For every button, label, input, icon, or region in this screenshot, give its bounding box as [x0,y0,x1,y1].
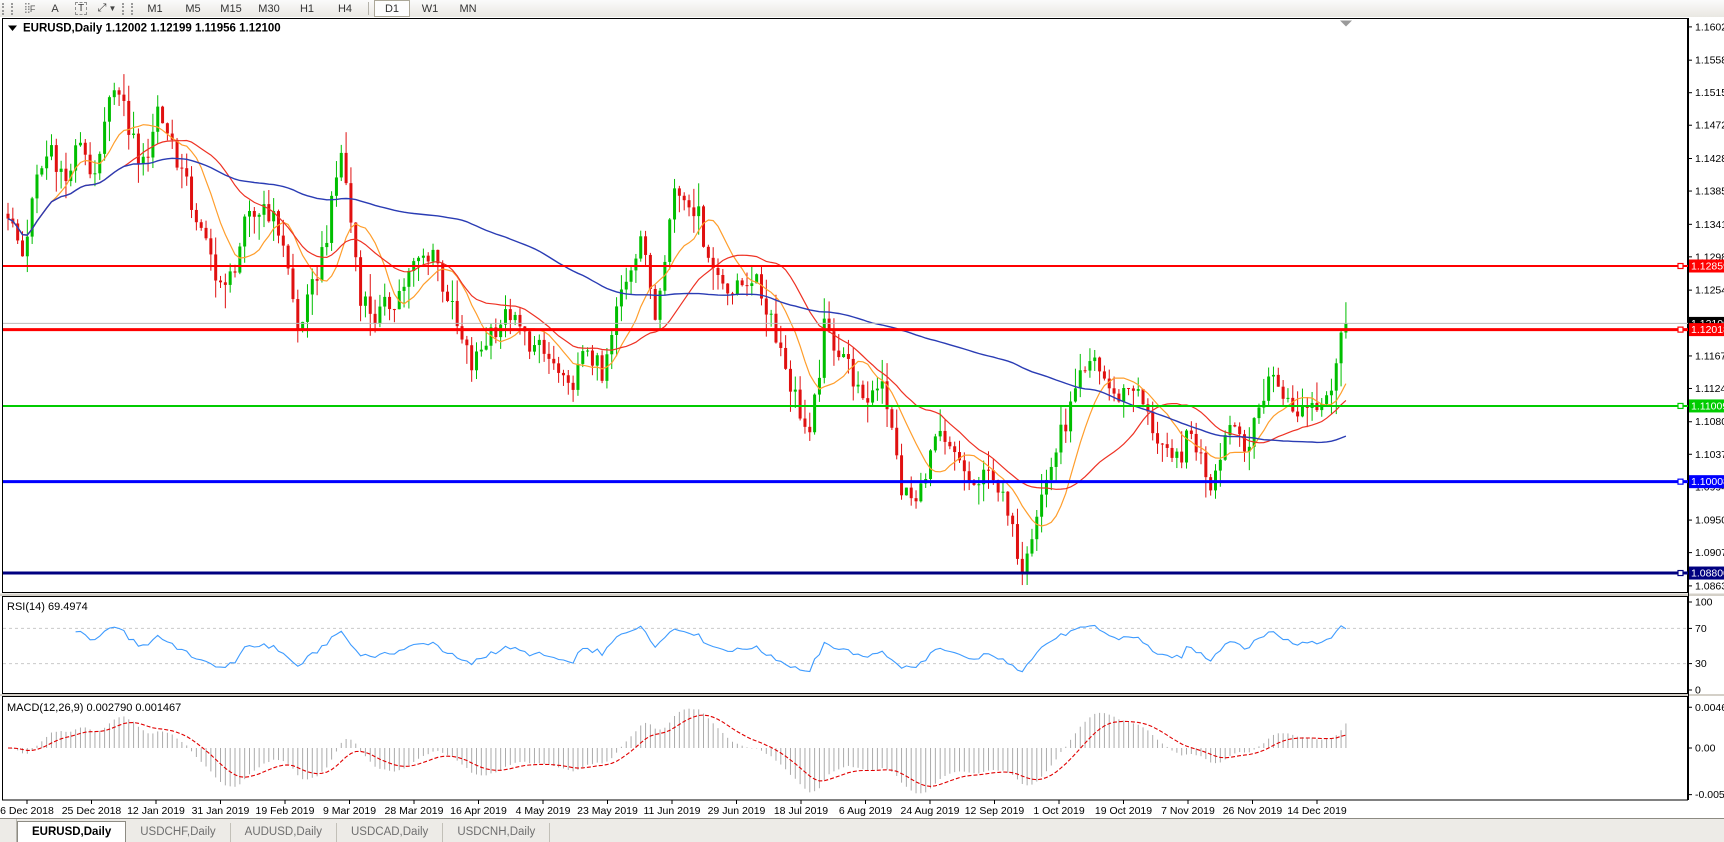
tab-usdcad-daily[interactable]: USDCAD,Daily [337,823,443,842]
svg-text:0.00: 0.00 [1695,743,1716,755]
svg-text:1.11240: 1.11240 [1695,383,1724,395]
text-icon: A [51,3,58,15]
svg-text:24 Aug 2019: 24 Aug 2019 [901,805,960,817]
svg-text:11 Jun 2019: 11 Jun 2019 [643,805,700,817]
svg-text:30: 30 [1695,658,1707,670]
svg-text:6 Dec 2018: 6 Dec 2018 [0,805,54,817]
svg-text:18 Jul 2019: 18 Jul 2019 [774,805,828,817]
svg-text:19 Feb 2019: 19 Feb 2019 [256,805,315,817]
toolbar-grip[interactable] [122,3,133,15]
svg-text:1.12859: 1.12859 [1691,261,1724,273]
svg-text:19 Oct 2019: 19 Oct 2019 [1095,805,1152,817]
timeframe-h4-button[interactable]: H4 [327,0,363,17]
svg-text:1.13850: 1.13850 [1695,186,1724,198]
svg-text:70: 70 [1695,623,1707,635]
svg-text:1.09500: 1.09500 [1695,515,1724,527]
terminal-window: ⣿F A T ⤢ ▼ M1 M5 M15 M30 H1 H4 D1 W1 MN … [0,0,1724,841]
line-handle[interactable] [1678,327,1683,332]
svg-text:29 Jun 2019: 29 Jun 2019 [708,805,766,817]
svg-text:1.08800: 1.08800 [1691,568,1724,580]
timeframe-mn-button[interactable]: MN [450,0,486,17]
chart-canvas[interactable]: 1.16020 1.15580 1.15150 1.14720 1.14280 1.138… [0,17,1724,818]
macd-label: MACD(12,26,9) 0.002790 0.001467 [7,702,181,714]
svg-text:1.10370: 1.10370 [1695,449,1724,461]
svg-text:1.12540: 1.12540 [1695,285,1724,297]
main-panel [3,19,1688,593]
label-tool-button[interactable]: T [68,1,94,16]
svg-text:1.15580: 1.15580 [1695,55,1724,67]
svg-text:12 Jan 2019: 12 Jan 2019 [127,805,185,817]
panel-separator[interactable] [0,594,1724,597]
arrows-tool-button[interactable]: ⤢ ▼ [94,1,120,16]
tab-eurusd-daily[interactable]: EURUSD,Daily [17,821,126,842]
svg-text:1.11009: 1.11009 [1691,400,1724,412]
svg-text:1.14280: 1.14280 [1695,153,1724,165]
toolbar-grip[interactable] [2,3,13,15]
svg-text:1.16020: 1.16020 [1695,21,1724,33]
toolbar-separator [368,2,369,15]
chart-tab-bar: EURUSD,Daily USDCHF,Daily AUDUSD,Daily U… [0,818,1724,842]
line-handle[interactable] [1678,403,1683,408]
svg-text:1.11670: 1.11670 [1695,350,1724,362]
svg-text:-0.005299: -0.005299 [1695,789,1724,801]
svg-text:1.10008: 1.10008 [1691,476,1724,488]
price-axis[interactable]: 1.16020 1.15580 1.15150 1.14720 1.14280 1.138… [1688,18,1724,801]
svg-text:1 Oct 2019: 1 Oct 2019 [1033,805,1085,817]
svg-text:6 Aug 2019: 6 Aug 2019 [839,805,892,817]
timeframe-w1-button[interactable]: W1 [412,0,448,17]
timeframe-m5-button[interactable]: M5 [175,0,211,17]
tab-audusd-daily[interactable]: AUDUSD,Daily [231,823,337,842]
svg-text:0: 0 [1695,685,1701,697]
label-icon: T [75,2,87,15]
timeframe-m1-button[interactable]: M1 [137,0,173,17]
svg-text:100: 100 [1695,597,1713,609]
toolbar: ⣿F A T ⤢ ▼ M1 M5 M15 M30 H1 H4 D1 W1 MN [0,0,1724,18]
macd-panel [3,697,1688,801]
svg-text:7 Nov 2019: 7 Nov 2019 [1161,805,1215,817]
arrows-icon: ⤢ [98,2,107,15]
svg-text:1.12018: 1.12018 [1691,324,1724,336]
svg-text:1.08630: 1.08630 [1695,580,1724,592]
chart-window: 1.16020 1.15580 1.15150 1.14720 1.14280 1.138… [0,17,1724,818]
rsi-label: RSI(14) 69.4974 [7,601,88,613]
svg-text:1.09070: 1.09070 [1695,547,1724,559]
svg-text:1.10800: 1.10800 [1695,416,1724,428]
svg-text:1.14720: 1.14720 [1695,120,1724,132]
text-tool-button[interactable]: A [42,1,68,16]
svg-text:0.00463: 0.00463 [1695,702,1724,714]
tab-bar-lead [0,819,17,842]
tab-usdchf-daily[interactable]: USDCHF,Daily [126,823,230,842]
fibonacci-tool-button[interactable]: ⣿F [16,1,42,16]
rsi-panel [3,597,1688,694]
line-handle[interactable] [1678,264,1683,269]
svg-text:1.13410: 1.13410 [1695,219,1724,231]
svg-text:9 Mar 2019: 9 Mar 2019 [323,805,376,817]
svg-text:16 Apr 2019: 16 Apr 2019 [450,805,507,817]
tab-usdcnh-daily[interactable]: USDCNH,Daily [443,823,550,842]
timeframe-d1-button[interactable]: D1 [374,0,410,17]
svg-text:14 Dec 2019: 14 Dec 2019 [1287,805,1347,817]
date-axis[interactable]: 6 Dec 2018 25 Dec 2018 12 Jan 2019 31 Jan 2… [0,800,1347,817]
svg-text:4 May 2019: 4 May 2019 [516,805,571,817]
panel-separator[interactable] [0,694,1724,696]
chevron-down-icon: ▼ [108,4,116,13]
timeframe-h1-button[interactable]: H1 [289,0,325,17]
line-handle[interactable] [1678,571,1683,576]
svg-text:23 May 2019: 23 May 2019 [577,805,638,817]
svg-text:31 Jan 2019: 31 Jan 2019 [192,805,250,817]
svg-text:1.15150: 1.15150 [1695,87,1724,99]
timeframe-m15-button[interactable]: M15 [213,0,249,17]
svg-text:12 Sep 2019: 12 Sep 2019 [965,805,1025,817]
chart-title: EURUSD,Daily 1.12002 1.12199 1.11956 1.1… [23,23,281,35]
svg-text:28 Mar 2019: 28 Mar 2019 [385,805,444,817]
svg-text:26 Nov 2019: 26 Nov 2019 [1223,805,1283,817]
svg-text:25 Dec 2018: 25 Dec 2018 [62,805,122,817]
line-handle[interactable] [1678,479,1683,484]
timeframe-m30-button[interactable]: M30 [251,0,287,17]
